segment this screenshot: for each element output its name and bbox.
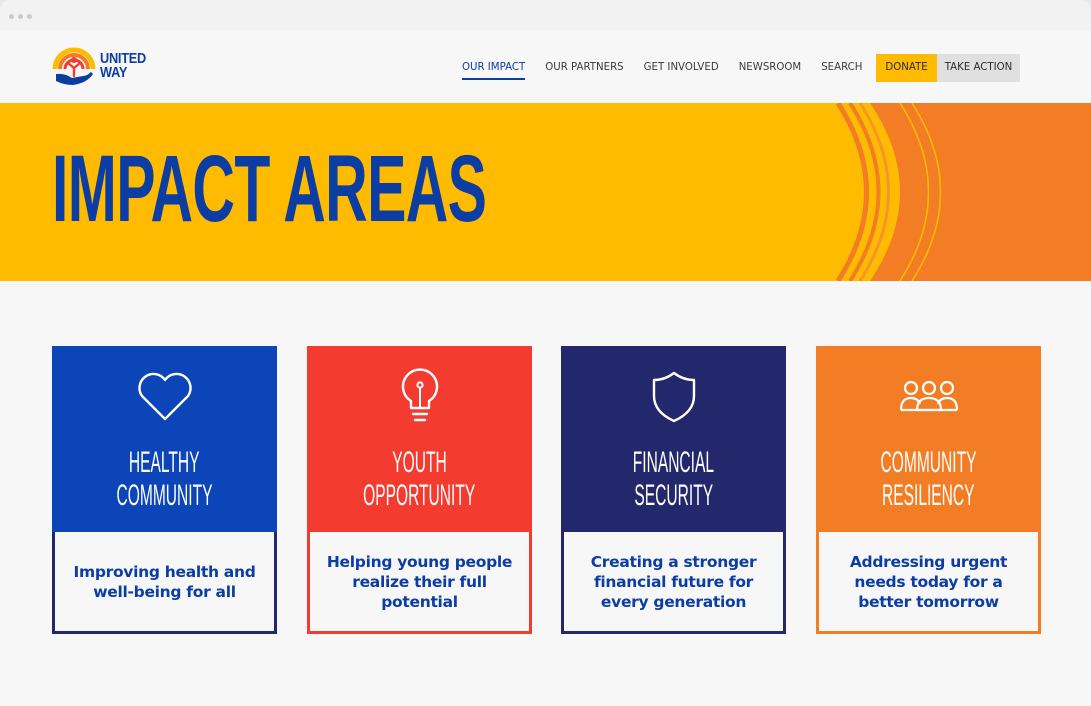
card-community-resiliency[interactable]: COMMUNITY RESILIENCY Addressing urgent n… xyxy=(816,346,1041,634)
take-action-button[interactable]: TAKE ACTION xyxy=(936,54,1021,82)
united-way-logo-icon xyxy=(52,47,96,85)
card-header: FINANCIAL SECURITY xyxy=(561,346,786,534)
browser-chrome xyxy=(0,0,1091,30)
impact-cards: HEALTHY COMMUNITY Improving health and w… xyxy=(0,346,1091,634)
card-description: Improving health and well-being for all xyxy=(73,562,256,601)
card-header: YOUTH OPPORTUNITY xyxy=(307,346,532,534)
window-dot xyxy=(18,14,23,19)
card-financial-security[interactable]: FINANCIAL SECURITY Creating a stronger f… xyxy=(561,346,786,634)
card-healthy-community[interactable]: HEALTHY COMMUNITY Improving health and w… xyxy=(52,346,277,634)
card-description: Helping young people realize their full … xyxy=(326,552,513,611)
lightbulb-icon xyxy=(401,368,439,422)
card-description: Addressing urgent needs today for a bett… xyxy=(849,552,1008,611)
nav-newsroom[interactable]: NEWSROOM xyxy=(729,54,812,82)
heart-icon xyxy=(138,372,192,421)
page: UNITED WAY OUR IMPACT OUR PARTNERS GET I… xyxy=(0,30,1091,706)
hero-banner: IMPACT AREAS xyxy=(0,103,1091,281)
card-description-box: Improving health and well-being for all xyxy=(52,532,277,634)
card-title-line-1: YOUTH xyxy=(392,446,447,479)
nav-our-impact[interactable]: OUR IMPACT xyxy=(452,54,535,82)
card-title-line-2: RESILIENCY xyxy=(882,479,975,512)
card-youth-opportunity[interactable]: YOUTH OPPORTUNITY Helping young people r… xyxy=(307,346,532,634)
main-nav: OUR IMPACT OUR PARTNERS GET INVOLVED NEW… xyxy=(452,54,1021,82)
card-title-line-2: COMMUNITY xyxy=(116,479,213,512)
nav-our-partners[interactable]: OUR PARTNERS xyxy=(535,54,633,82)
window-dot xyxy=(27,14,32,19)
card-title: YOUTH OPPORTUNITY xyxy=(307,446,532,512)
card-header: HEALTHY COMMUNITY xyxy=(52,346,277,534)
donate-button[interactable]: DONATE xyxy=(876,54,937,82)
logo-wordmark: UNITED WAY xyxy=(100,51,146,81)
shield-icon xyxy=(652,371,696,423)
card-title-line-2: OPPORTUNITY xyxy=(363,479,476,512)
card-description-box: Creating a stronger financial future for… xyxy=(561,532,786,634)
card-description: Creating a stronger financial future for… xyxy=(590,552,757,611)
nav-get-involved[interactable]: GET INVOLVED xyxy=(634,54,729,82)
window-controls xyxy=(9,14,32,19)
page-title: IMPACT AREAS xyxy=(52,136,487,242)
site-header: UNITED WAY OUR IMPACT OUR PARTNERS GET I… xyxy=(0,30,1091,103)
card-title-line-2: SECURITY xyxy=(634,479,713,512)
nav-search[interactable]: SEARCH xyxy=(811,54,872,82)
card-header: COMMUNITY RESILIENCY xyxy=(816,346,1041,534)
card-description-box: Helping young people realize their full … xyxy=(307,532,532,634)
card-title-line-1: HEALTHY xyxy=(129,446,200,479)
card-title: HEALTHY COMMUNITY xyxy=(52,446,277,512)
card-description-box: Addressing urgent needs today for a bett… xyxy=(816,532,1041,634)
card-title-line-1: COMMUNITY xyxy=(880,446,977,479)
logo-line-2: WAY xyxy=(100,64,128,81)
people-group-icon xyxy=(899,380,959,412)
window-dot xyxy=(9,14,14,19)
card-title: FINANCIAL SECURITY xyxy=(561,446,786,512)
united-way-logo[interactable]: UNITED WAY xyxy=(51,41,161,91)
card-title: COMMUNITY RESILIENCY xyxy=(816,446,1041,512)
card-title-line-1: FINANCIAL xyxy=(632,446,715,479)
